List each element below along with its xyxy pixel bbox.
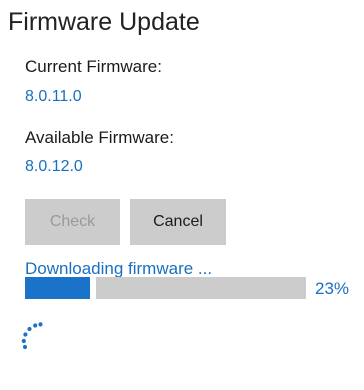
current-firmware-label: Current Firmware:	[25, 57, 162, 76]
cancel-button[interactable]: Cancel	[130, 199, 226, 245]
loading-spinner-icon	[21, 322, 43, 350]
download-progress-bar	[25, 277, 306, 299]
check-button[interactable]: Check	[25, 199, 120, 245]
download-status-text: Downloading firmware ...	[25, 259, 213, 278]
progress-fill	[25, 277, 90, 299]
page-title: Firmware Update	[8, 8, 200, 36]
progress-percent: 23%	[315, 279, 350, 298]
current-firmware-value: 8.0.11.0	[25, 88, 82, 105]
available-firmware-label: Available Firmware:	[25, 128, 174, 147]
available-firmware-value: 8.0.12.0	[25, 158, 83, 175]
progress-gap	[89, 277, 96, 299]
